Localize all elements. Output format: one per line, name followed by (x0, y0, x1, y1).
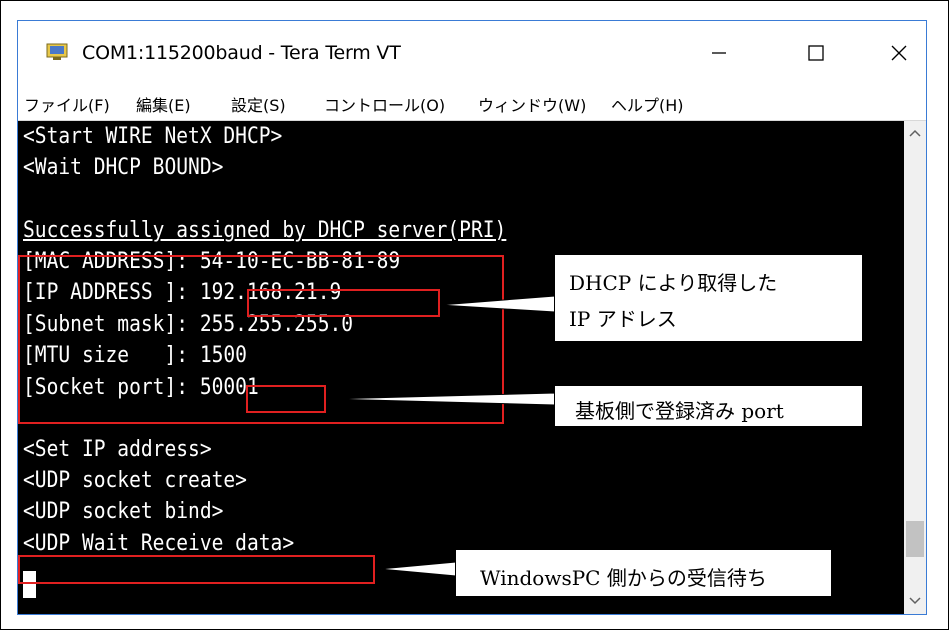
callout-dhcp-line1: DHCP により取得した (569, 271, 778, 295)
callout-port: 基板側で登録済み port (554, 385, 863, 427)
callout-port-text: 基板側で登録済み port (575, 399, 784, 423)
callout-wait-text: WindowsPC 側からの受信待ち (480, 566, 767, 590)
callout-dhcp-ip: DHCP により取得した IP アドレス (554, 254, 863, 342)
callout-wait: WindowsPC 側からの受信待ち (455, 549, 832, 597)
callout-dhcp-line2: IP アドレス (569, 307, 677, 331)
